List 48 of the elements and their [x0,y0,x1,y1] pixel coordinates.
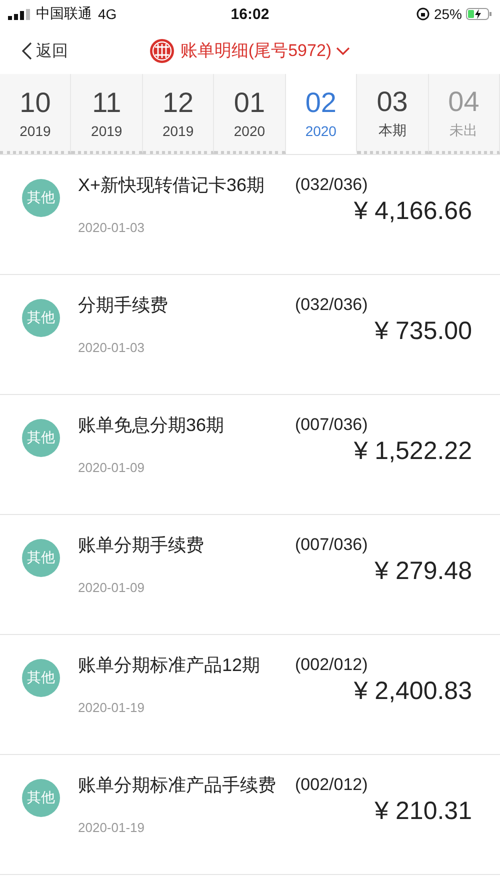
transaction-date: 2020-01-03 [78,220,146,235]
category-badge: 其他 [22,179,60,217]
month-tab[interactable]: 03 本期 [357,74,429,154]
installment-term: (032/036) [295,295,368,315]
category-badge: 其他 [22,779,60,817]
transaction-title: 账单分期手续费 [78,534,205,557]
month-tab[interactable]: 12 2019 [142,74,214,154]
category-badge: 其他 [22,659,60,697]
logo-icon [150,39,174,63]
transaction-date: 2020-01-09 [78,460,146,475]
signal-icon [8,8,30,20]
month-tab[interactable]: 11 2019 [71,74,143,154]
chevron-down-icon [336,46,350,56]
transaction-title: 账单免息分期36期 [78,414,226,437]
account-title-dropdown[interactable]: 账单明细(尾号5972) [180,39,350,63]
month-tab[interactable]: 01 2020 [214,74,286,154]
transaction-amount: ¥ 279.48 [374,557,472,586]
transaction-title: 账单分期标准产品手续费 [78,774,277,797]
transaction-amount: ¥ 2,400.83 [354,677,472,706]
transaction-amount: ¥ 4,166.66 [354,197,472,226]
transaction-amount: ¥ 735.00 [374,317,472,346]
installment-term: (007/036) [295,415,368,435]
transaction-date: 2020-01-03 [78,340,146,355]
rotation-lock-icon [416,7,430,21]
battery-percent: 25% [434,6,462,22]
installment-term: (002/012) [295,655,368,675]
month-tab[interactable]: 02 2020 [286,74,358,154]
back-button[interactable]: 返回 [22,40,82,62]
transaction-title: 分期手续费 [78,294,169,317]
transaction-date: 2020-01-19 [78,700,146,715]
network-type: 4G [98,6,117,22]
battery-icon [466,8,492,20]
transaction-title: 账单分期标准产品12期 [78,654,262,677]
transaction-title: X+新快现转借记卡36期 [78,174,266,197]
installment-term: (007/036) [295,535,368,555]
clock-time: 16:02 [230,6,270,22]
transaction-date: 2020-01-09 [78,580,146,595]
month-tab[interactable]: 10 2019 [0,74,72,154]
category-badge: 其他 [22,539,60,577]
category-badge: 其他 [22,419,60,457]
installment-term: (002/012) [295,775,368,795]
category-badge: 其他 [22,299,60,337]
back-chevron-icon [22,42,32,60]
transaction-amount: ¥ 1,522.22 [354,437,472,466]
transaction-date: 2020-01-19 [78,820,146,835]
carrier-name: 中国联通 [36,5,92,23]
installment-term: (032/036) [295,175,368,195]
transaction-amount: ¥ 210.31 [374,797,472,826]
